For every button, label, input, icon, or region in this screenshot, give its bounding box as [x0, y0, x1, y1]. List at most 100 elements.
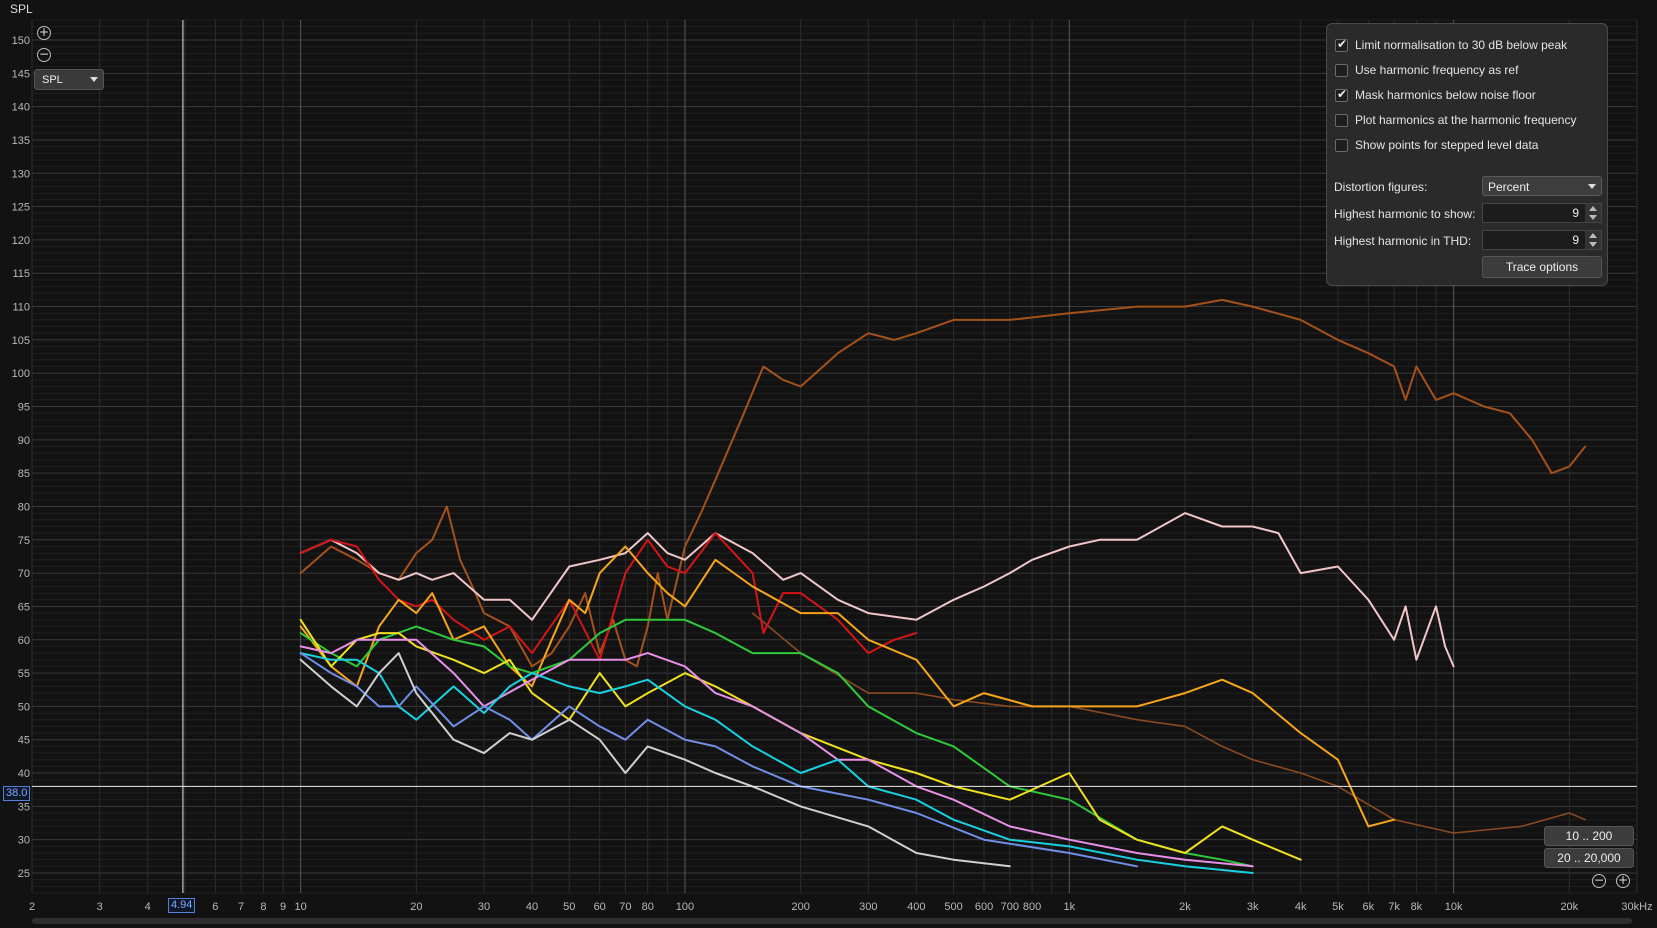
horizontal-scrollbar[interactable] — [32, 918, 1632, 924]
x-tick-label: 30kHz — [1621, 901, 1652, 913]
highest-harmonic-thd-stepper[interactable]: 9 — [1482, 230, 1602, 250]
chevron-down-icon — [90, 77, 98, 82]
y-tick-label: 105 — [12, 335, 30, 347]
x-tick-label: 600 — [975, 901, 993, 913]
x-tick-label: 30 — [478, 901, 490, 913]
trace-options-button[interactable]: Trace options — [1482, 256, 1602, 278]
x-tick-label: 700 — [1001, 901, 1019, 913]
y-tick-label: 50 — [18, 701, 30, 713]
show-points-option[interactable]: Show points for stepped level data — [1335, 135, 1538, 155]
y-tick-label: 40 — [18, 768, 30, 780]
arrow-up-icon[interactable] — [1589, 206, 1597, 211]
checkbox-unchecked[interactable] — [1335, 113, 1348, 127]
option-label: Mask harmonics below noise floor — [1355, 88, 1536, 102]
arrow-down-icon[interactable] — [1589, 215, 1597, 220]
checkbox-unchecked[interactable] — [1335, 138, 1348, 152]
x-tick-label: 400 — [907, 901, 925, 913]
y-tick-label: 85 — [18, 468, 30, 480]
x-tick-label: 80 — [642, 901, 654, 913]
stepper-value: 9 — [1572, 206, 1579, 220]
limit-normalisation-option[interactable]: Limit normalisation to 30 dB below peak — [1335, 35, 1567, 55]
arrow-down-icon[interactable] — [1589, 242, 1597, 247]
x-tick-label: 20k — [1560, 901, 1578, 913]
chevron-down-icon — [1588, 184, 1596, 189]
checkbox-unchecked[interactable] — [1335, 63, 1348, 77]
highest-harmonic-show-stepper[interactable]: 9 — [1482, 203, 1602, 223]
x-tick-label: 7k — [1388, 901, 1400, 913]
y-tick-label: 120 — [12, 235, 30, 247]
checkbox-checked[interactable] — [1335, 87, 1348, 102]
y-tick-label: 125 — [12, 202, 30, 214]
stepper-value: 9 — [1572, 233, 1579, 247]
x-tick-label: 300 — [859, 901, 877, 913]
distortion-figures-select[interactable]: Percent — [1482, 176, 1602, 196]
use-harmonic-frequency-option[interactable]: Use harmonic frequency as ref — [1335, 60, 1518, 80]
option-label: Show points for stepped level data — [1355, 138, 1539, 152]
y-tick-label: 135 — [12, 135, 30, 147]
y-tick-label: 70 — [18, 568, 30, 580]
option-label: Plot harmonics at the harmonic frequency — [1355, 113, 1577, 127]
x-tick-label: 5k — [1332, 901, 1344, 913]
zoom-in-x-icon[interactable]: + — [1616, 874, 1630, 888]
x-tick-label: 2 — [29, 901, 35, 913]
y-tick-label: 130 — [12, 168, 30, 180]
checkbox-checked[interactable] — [1335, 37, 1348, 52]
distortion-figures-value: Percent — [1488, 180, 1530, 194]
y-tick-label: 75 — [18, 535, 30, 547]
mask-harmonics-option[interactable]: Mask harmonics below noise floor — [1335, 85, 1536, 105]
x-tick-label: 200 — [791, 901, 809, 913]
range-20-20000-button[interactable]: 20 .. 20,000 — [1544, 848, 1634, 868]
y-tick-label: 80 — [18, 501, 30, 513]
x-tick-label: 800 — [1023, 901, 1041, 913]
x-tick-label: 3k — [1247, 901, 1259, 913]
y-tick-label: 25 — [18, 868, 30, 880]
x-tick-label: 10 — [295, 901, 307, 913]
spl-dropdown[interactable]: SPL — [34, 69, 104, 90]
x-tick-label: 40 — [526, 901, 538, 913]
y-tick-label: 100 — [12, 368, 30, 380]
x-tick-label: 9 — [280, 901, 286, 913]
y-tick-label: 60 — [18, 635, 30, 647]
x-tick-label: 10k — [1445, 901, 1463, 913]
spl-dropdown-value: SPL — [42, 74, 63, 86]
y-tick-label: 45 — [18, 735, 30, 747]
option-label: Use harmonic frequency as ref — [1355, 63, 1519, 77]
cursor-y-label: 38.0 — [3, 786, 31, 801]
zoom-out-x-icon[interactable]: − — [1592, 874, 1606, 888]
y-tick-label: 145 — [12, 68, 30, 80]
x-tick-label: 3 — [97, 901, 103, 913]
stepper-buttons[interactable] — [1585, 231, 1601, 249]
x-tick-label: 1k — [1063, 901, 1075, 913]
range-10-200-button[interactable]: 10 .. 200 — [1544, 826, 1634, 846]
distortion-options-panel: Limit normalisation to 30 dB below peak … — [1326, 23, 1608, 286]
zoom-in-icon[interactable]: + — [37, 26, 51, 40]
y-axis-title: SPL — [10, 2, 33, 16]
x-tick-label: 70 — [619, 901, 631, 913]
highest-harmonic-show-label: Highest harmonic to show: — [1334, 207, 1476, 221]
x-tick-label: 8 — [260, 901, 266, 913]
y-tick-label: 90 — [18, 435, 30, 447]
zoom-out-icon[interactable]: − — [37, 48, 51, 62]
y-tick-label: 110 — [12, 302, 30, 314]
y-tick-label: 65 — [18, 601, 30, 613]
plot-harmonics-option[interactable]: Plot harmonics at the harmonic frequency — [1335, 110, 1576, 130]
x-tick-label: 500 — [944, 901, 962, 913]
y-tick-label: 95 — [18, 402, 30, 414]
y-tick-label: 150 — [12, 35, 30, 47]
x-tick-label: 7 — [238, 901, 244, 913]
x-tick-label: 8k — [1411, 901, 1423, 913]
y-tick-label: 30 — [18, 835, 30, 847]
x-tick-label: 20 — [410, 901, 422, 913]
x-tick-label: 4k — [1295, 901, 1307, 913]
arrow-up-icon[interactable] — [1589, 233, 1597, 238]
highest-harmonic-thd-label: Highest harmonic in THD: — [1334, 234, 1472, 248]
x-tick-label: 60 — [594, 901, 606, 913]
x-tick-label: 4 — [145, 901, 151, 913]
x-tick-label: 6k — [1363, 901, 1375, 913]
option-label: Limit normalisation to 30 dB below peak — [1355, 38, 1568, 52]
stepper-buttons[interactable] — [1585, 204, 1601, 222]
x-tick-label: 100 — [676, 901, 694, 913]
x-tick-label: 2k — [1179, 901, 1191, 913]
y-tick-label: 140 — [12, 102, 30, 114]
y-tick-label: 115 — [12, 268, 30, 280]
